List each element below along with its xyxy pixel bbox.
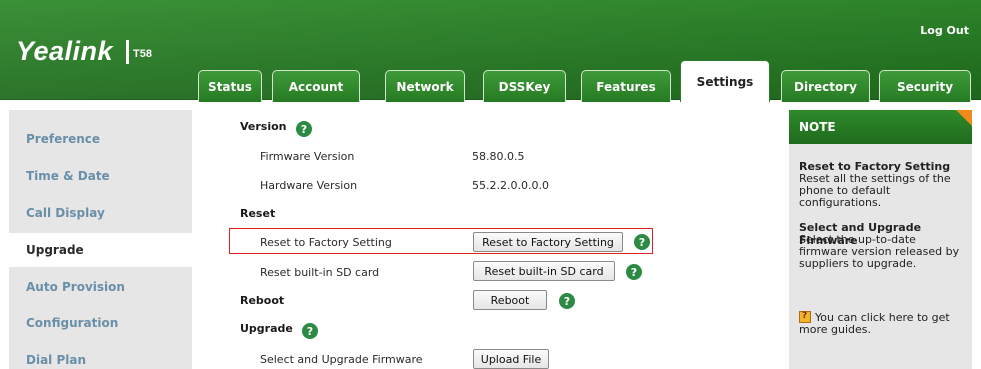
sd-reset-label: Reset built-in SD card (260, 266, 380, 279)
tab-settings[interactable]: Settings (680, 60, 770, 102)
reboot-button[interactable]: Reboot (473, 290, 547, 310)
upload-file-button[interactable]: Upload File (473, 349, 549, 369)
logout-link[interactable]: Log Out (920, 24, 969, 37)
reboot-title: Reboot (240, 294, 285, 307)
reset-title: Reset (240, 207, 276, 220)
upgrade-panel: Version ? Firmware Version 58.80.0.5 Har… (192, 110, 787, 369)
version-help-icon[interactable]: ? (296, 121, 312, 137)
tab-network[interactable]: Network (385, 70, 465, 102)
sidebar-item-preference[interactable]: Preference (9, 122, 192, 156)
factory-reset-button[interactable]: Reset to Factory Setting (473, 232, 623, 252)
reboot-help-icon[interactable]: ? (559, 293, 575, 309)
guide-link[interactable]: You can click here to get more guides. (799, 310, 967, 336)
settings-sidebar: Preference Time & Date Call Display Upgr… (9, 110, 192, 369)
firmware-version-value: 58.80.0.5 (472, 150, 525, 163)
note-firmware-text: Select the up-to-date firmware version r… (799, 233, 960, 270)
sd-reset-help-icon[interactable]: ? (626, 264, 642, 280)
note-corner-flag (956, 110, 972, 126)
note-panel: NOTE Reset to Factory Setting Reset all … (789, 110, 972, 369)
tab-status[interactable]: Status (198, 70, 262, 102)
sidebar-item-upgrade[interactable]: Upgrade (9, 233, 192, 267)
brand-logo: Yealink (16, 36, 114, 66)
tab-account[interactable]: Account (272, 70, 360, 102)
note-factory-text: Reset all the settings of the phone to d… (799, 172, 951, 209)
hardware-version-label: Hardware Version (260, 179, 358, 192)
sidebar-item-configuration[interactable]: Configuration (9, 306, 192, 340)
sidebar-item-call-display[interactable]: Call Display (9, 196, 192, 230)
guide-text: You can click here to get more guides. (799, 311, 950, 336)
upgrade-title: Upgrade (240, 322, 293, 335)
tab-dsskey[interactable]: DSSKey (483, 70, 566, 102)
sidebar-item-time-date[interactable]: Time & Date (9, 159, 192, 193)
factory-reset-help-icon[interactable]: ? (634, 234, 650, 250)
tab-features[interactable]: Features (581, 70, 671, 102)
tab-security[interactable]: Security (879, 70, 971, 102)
upgrade-firmware-label: Select and Upgrade Firmware (260, 353, 423, 366)
tab-directory[interactable]: Directory (781, 70, 870, 102)
note-header: NOTE (789, 110, 972, 144)
version-title: Version (240, 120, 287, 133)
upgrade-help-icon[interactable]: ? (302, 323, 318, 339)
hardware-version-value: 55.2.2.0.0.0.0 (472, 179, 549, 192)
logo-divider (126, 40, 129, 64)
factory-reset-label: Reset to Factory Setting (260, 236, 392, 249)
sd-reset-button[interactable]: Reset built-in SD card (473, 261, 615, 281)
firmware-version-label: Firmware Version (260, 150, 355, 163)
guide-book-icon (799, 310, 811, 323)
top-banner: Yealink T58 Log Out Status Account Netwo… (0, 0, 981, 102)
sidebar-item-auto-provision[interactable]: Auto Provision (9, 270, 192, 304)
model-name: T58 (133, 48, 152, 60)
sidebar-item-dial-plan[interactable]: Dial Plan (9, 343, 192, 369)
